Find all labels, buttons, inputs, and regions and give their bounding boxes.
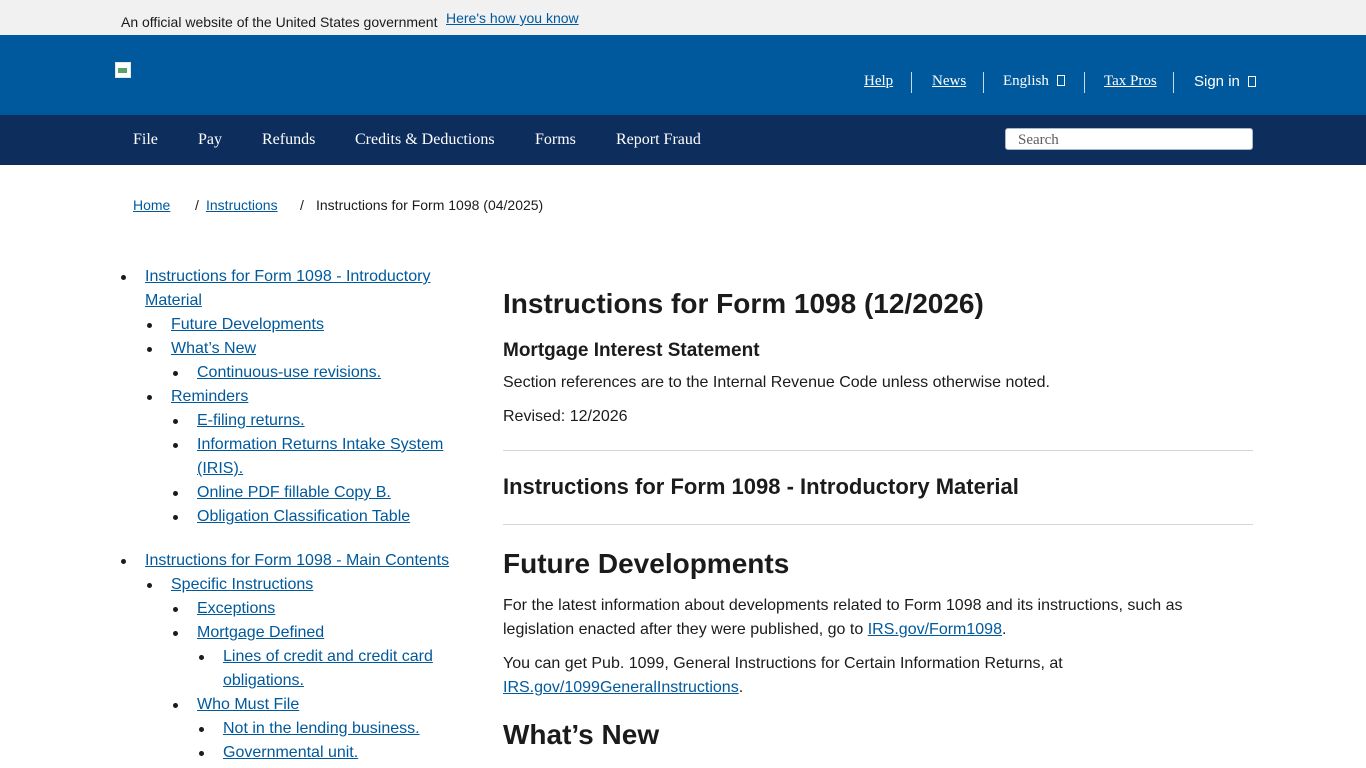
- toc-link-text: (IRIS).: [197, 460, 244, 477]
- toc-link-governmental[interactable]: Governmental unit.: [223, 744, 358, 761]
- toc-item: Obligation Classification Table: [171, 505, 461, 529]
- divider: [1084, 72, 1085, 93]
- toc-link-who-must-file[interactable]: Who Must File: [197, 696, 299, 713]
- future-paragraph-1: For the latest information about develop…: [503, 594, 1253, 642]
- nav-forms[interactable]: Forms: [535, 131, 576, 149]
- divider: [911, 72, 912, 93]
- divider: [983, 72, 984, 93]
- how-you-know-link[interactable]: Here's how you know: [446, 10, 579, 26]
- toc-item: Online PDF fillable Copy B.: [171, 481, 461, 505]
- toc-link-exceptions[interactable]: Exceptions: [197, 600, 275, 617]
- toc-link-reminders[interactable]: Reminders: [171, 388, 248, 405]
- future-text: For the latest information about develop…: [503, 597, 1183, 614]
- divider: [503, 524, 1253, 525]
- toc-link-efiling[interactable]: E-filing returns.: [197, 412, 305, 429]
- toc-link-main[interactable]: Instructions for Form 1098 - Main Conten…: [145, 552, 449, 569]
- toc-item: Future Developments: [145, 313, 461, 337]
- toc-link-text: obligations.: [223, 672, 304, 689]
- intro-heading: Instructions for Form 1098 - Introductor…: [503, 474, 1019, 499]
- future-paragraph-2: You can get Pub. 1099, General Instructi…: [503, 652, 1253, 700]
- toc-item: Mortgage Defined Lines of credit and cre…: [171, 621, 461, 693]
- toc-item: Instructions for Form 1098 - Introductor…: [121, 265, 461, 529]
- toc-link-obligation[interactable]: Obligation Classification Table: [197, 508, 410, 525]
- toc-link-lines-of-credit[interactable]: Lines of credit and credit card obligatio…: [223, 648, 433, 689]
- toc-item: Specific Instructions Exceptions Mortgag…: [145, 573, 461, 765]
- sign-in-label: Sign in: [1194, 73, 1240, 90]
- table-of-contents: Instructions for Form 1098 - Introductor…: [121, 265, 461, 765]
- language-menu[interactable]: English: [1003, 73, 1065, 90]
- tax-pros-link[interactable]: Tax Pros: [1104, 73, 1157, 90]
- help-link[interactable]: Help: [864, 73, 893, 90]
- future-text: legislation enacted after they were publ…: [503, 621, 868, 638]
- toc-item: E-filing returns.: [171, 409, 461, 433]
- search-input[interactable]: Search: [1005, 128, 1253, 150]
- breadcrumb-instructions[interactable]: Instructions: [206, 197, 278, 213]
- period: .: [1001, 621, 1007, 638]
- period: .: [738, 679, 744, 696]
- toc-link-intro[interactable]: Instructions for Form 1098 - Introductor…: [145, 268, 430, 309]
- toc-item: Continuous-use revisions.: [171, 361, 461, 385]
- toc-link-text: Lines of credit and credit card: [223, 648, 433, 665]
- breadcrumb-home[interactable]: Home: [133, 197, 170, 213]
- toc-item: Reminders E-filing returns. Information …: [145, 385, 461, 529]
- nav-pay[interactable]: Pay: [198, 131, 222, 149]
- utility-nav: Help News English Tax Pros Sign in: [0, 35, 1366, 115]
- nav-refunds[interactable]: Refunds: [262, 131, 315, 149]
- toc-item: What’s New Continuous-use revisions.: [145, 337, 461, 385]
- section-references-text: Section references are to the Internal R…: [503, 374, 1050, 391]
- toc-item: Information Returns Intake System (IRIS).: [171, 433, 461, 481]
- toc-link-mortgage-defined[interactable]: Mortgage Defined: [197, 624, 324, 641]
- dropdown-icon: [1056, 75, 1065, 86]
- toc-link-not-lending[interactable]: Not in the lending business.: [223, 720, 420, 737]
- breadcrumb-separator: /: [195, 197, 199, 213]
- toc-link-continuous[interactable]: Continuous-use revisions.: [197, 364, 381, 381]
- dropdown-icon: [1247, 76, 1256, 87]
- toc-link-text: Information Returns Intake System: [197, 436, 444, 453]
- toc-link-online-pdf[interactable]: Online PDF fillable Copy B.: [197, 484, 391, 501]
- toc-link-future[interactable]: Future Developments: [171, 316, 324, 333]
- future-developments-heading: Future Developments: [503, 548, 790, 579]
- revised-date: Revised: 12/2026: [503, 408, 628, 425]
- breadcrumb-separator: /: [300, 197, 304, 213]
- toc-link-specific[interactable]: Specific Instructions: [171, 576, 313, 593]
- toc-link-text: Instructions for Form 1098 - Introductor…: [145, 268, 431, 285]
- toc-item: Exceptions: [171, 597, 461, 621]
- toc-item: Governmental unit.: [197, 741, 461, 765]
- divider: [503, 450, 1253, 451]
- nav-file[interactable]: File: [133, 131, 158, 149]
- divider: [1173, 72, 1174, 93]
- gov-banner: An official website of the United States…: [0, 0, 1366, 35]
- toc-link-whats-new[interactable]: What’s New: [171, 340, 256, 357]
- site-header: Help News English Tax Pros Sign in: [0, 35, 1366, 115]
- nav-credits-deductions[interactable]: Credits & Deductions: [355, 131, 495, 149]
- toc-item: Instructions for Form 1098 - Main Conten…: [121, 549, 461, 765]
- official-site-text: An official website of the United States…: [121, 14, 438, 30]
- breadcrumb-current: Instructions for Form 1098 (04/2025): [316, 197, 544, 213]
- toc-link-iris[interactable]: Information Returns Intake System (IRIS).: [197, 436, 443, 477]
- main-content: Instructions for Form 1098 (12/2026) Mor…: [503, 285, 1253, 752]
- whats-new-heading: What’s New: [503, 719, 660, 750]
- toc-item: Who Must File Not in the lending busines…: [171, 693, 461, 765]
- page-subtitle: Mortgage Interest Statement: [503, 340, 760, 361]
- toc-link-text: Material: [145, 292, 202, 309]
- page-title: Instructions for Form 1098 (12/2026): [503, 288, 984, 319]
- language-label: English: [1003, 73, 1049, 89]
- general-instructions-link[interactable]: IRS.gov/1099GeneralInstructions: [503, 679, 739, 696]
- toc-item: Not in the lending business.: [197, 717, 461, 741]
- news-link[interactable]: News: [932, 73, 966, 90]
- form1098-link[interactable]: IRS.gov/Form1098: [868, 621, 1002, 638]
- toc-item: Lines of credit and credit card obligatio…: [197, 645, 461, 693]
- nav-report-fraud[interactable]: Report Fraud: [616, 131, 701, 149]
- future-text: You can get Pub. 1099, General Instructi…: [503, 655, 1063, 672]
- sign-in-menu[interactable]: Sign in: [1194, 73, 1256, 90]
